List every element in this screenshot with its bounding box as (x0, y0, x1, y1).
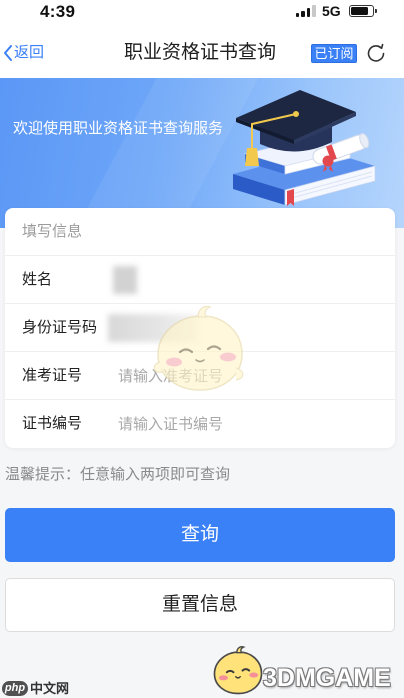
hint-text: 温馨提示：任意输入两项即可查询 (5, 466, 231, 483)
certificate-number-input[interactable] (118, 400, 383, 448)
3dmgame-watermark: 3DMGAME (263, 664, 391, 692)
nav-bar: 返回 职业资格证书查询 已订阅 (0, 26, 404, 78)
signal-bar (301, 11, 305, 17)
signal-bar (312, 5, 316, 17)
section-title: 填写信息 (22, 223, 83, 240)
graduation-cap-on-books-illustration (233, 90, 376, 206)
3dm-mascot-watermark (213, 646, 263, 695)
signal-bar (296, 13, 300, 17)
id-number-label: 身份证号码 (22, 319, 98, 336)
network-type: 5G (322, 3, 341, 19)
status-time: 4:39 (40, 2, 76, 21)
exam-number-label: 准考证号 (22, 367, 83, 384)
field-row-name: 姓名 (5, 256, 395, 304)
php-logo-watermark: php (2, 681, 28, 696)
battery-level-fill (351, 7, 368, 15)
name-label: 姓名 (22, 271, 53, 288)
form-section-header: 填写信息 (5, 208, 395, 256)
signal-bar (306, 8, 311, 17)
name-input[interactable] (118, 256, 383, 304)
field-row-certificate-number: 证书编号 (5, 400, 395, 448)
exam-number-input[interactable] (118, 352, 383, 400)
php-site-watermark: 中文网 (30, 681, 70, 696)
query-button[interactable]: 查询 (5, 508, 395, 562)
cellular-signal-icon (296, 5, 316, 17)
id-number-input[interactable] (118, 304, 383, 352)
status-bar: 4:39 5G (0, 0, 404, 26)
certificate-number-label: 证书编号 (22, 415, 83, 432)
refresh-icon[interactable] (365, 42, 387, 64)
reset-button[interactable]: 重置信息 (5, 578, 395, 632)
field-row-exam-number: 准考证号 (5, 352, 395, 400)
subscribed-badge[interactable]: 已订阅 (311, 44, 357, 63)
welcome-banner: 欢迎使用职业资格证书查询服务 (0, 78, 404, 228)
battery-terminal (375, 9, 377, 13)
welcome-text: 欢迎使用职业资格证书查询服务 (13, 120, 224, 137)
query-form-card: 填写信息 姓名 身份证号码 准考证号 证书编号 (5, 208, 395, 448)
battery-icon (349, 5, 374, 17)
field-row-id-number: 身份证号码 (5, 304, 395, 352)
